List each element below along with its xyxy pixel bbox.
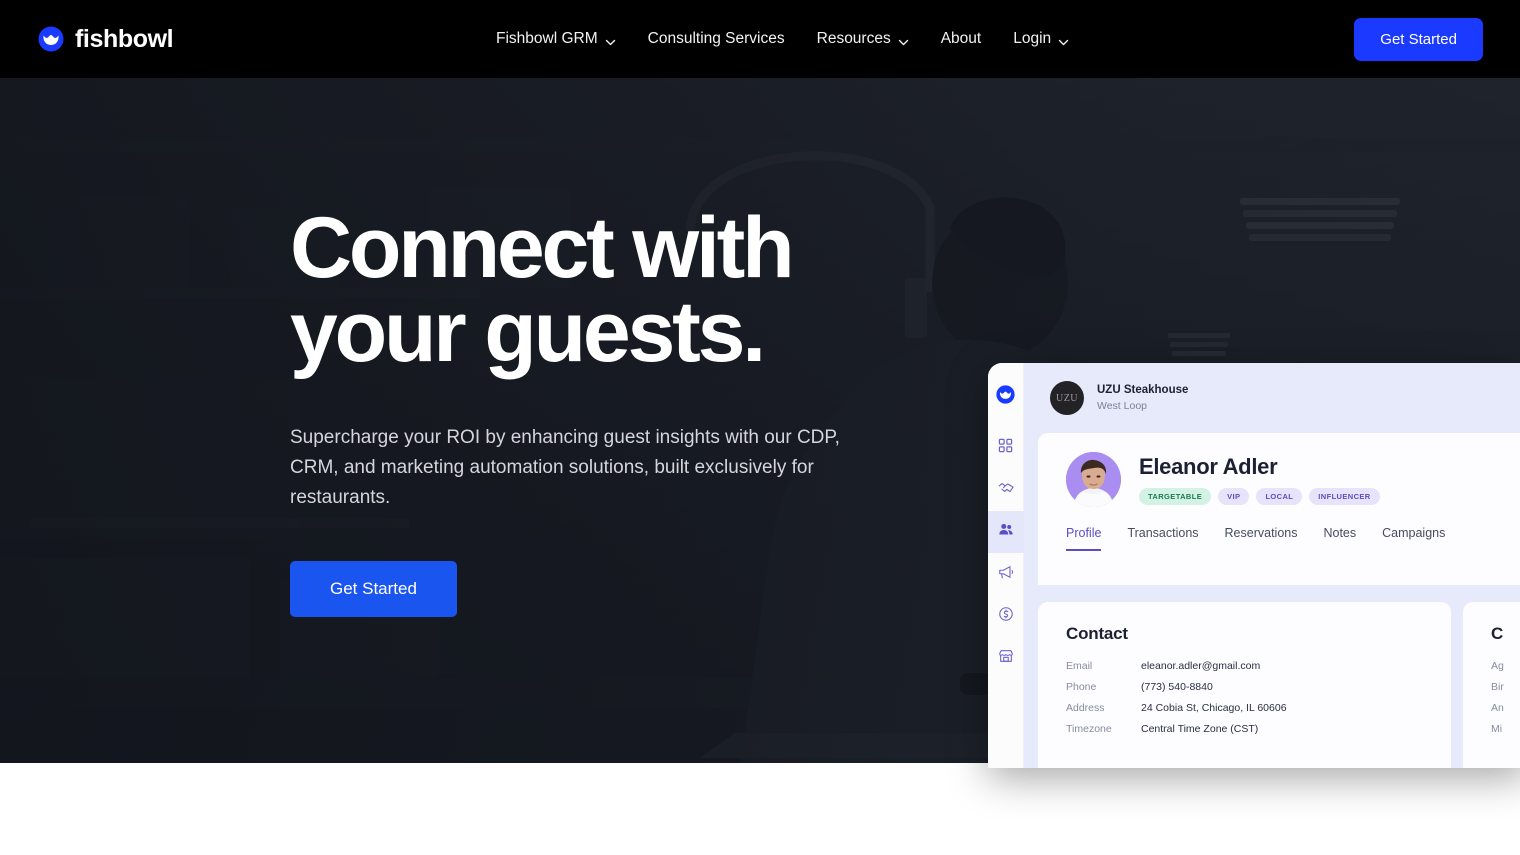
- hero-content: Connect with your guests. Supercharge yo…: [290, 200, 930, 617]
- dollar-circle-icon: [998, 606, 1014, 627]
- field-label: Phone: [1066, 681, 1097, 693]
- nav-label: Resources: [816, 30, 891, 47]
- sidebar-item-revenue[interactable]: [988, 595, 1024, 637]
- nav-item-consulting-services[interactable]: Consulting Services: [632, 22, 801, 56]
- nav-item-fishbowl-grm[interactable]: Fishbowl GRM: [480, 22, 632, 56]
- tab-transactions[interactable]: Transactions: [1127, 526, 1198, 551]
- guest-badges: TARGETABLE VIP LOCAL INFLUENCER: [1139, 488, 1380, 505]
- field-label: Timezone: [1066, 723, 1112, 735]
- fishbowl-logo-icon: [38, 26, 64, 52]
- megaphone-icon: [998, 564, 1014, 585]
- restaurant-name: UZU Steakhouse: [1097, 384, 1189, 397]
- mockup-sidebar: [988, 363, 1024, 768]
- restaurant-info: UZU Steakhouse West Loop: [1097, 383, 1188, 413]
- mockup-topbar: UZU UZU Steakhouse West Loop: [1024, 363, 1520, 433]
- restaurant-location: West Loop: [1097, 399, 1148, 412]
- contact-card-title: Contact: [1066, 624, 1128, 643]
- app-mockup: UZU UZU Steakhouse West Loop Eleanor Adl…: [988, 363, 1520, 768]
- field-label: Mi: [1491, 723, 1503, 735]
- field-label: Ag: [1491, 660, 1504, 672]
- field-value: Central Time Zone (CST): [1141, 723, 1259, 735]
- field-value: (773) 540-8840: [1141, 681, 1213, 693]
- mockup-main: UZU UZU Steakhouse West Loop Eleanor Adl…: [1024, 363, 1520, 768]
- guest-identity: Eleanor Adler TARGETABLE VIP LOCAL INFLU…: [1139, 454, 1380, 505]
- sidebar-item-partners[interactable]: [988, 469, 1024, 511]
- status-badge-influencer: INFLUENCER: [1309, 488, 1380, 505]
- status-badge-local: LOCAL: [1256, 488, 1303, 505]
- nav-label: Consulting Services: [647, 30, 785, 47]
- contact-row-timezone: Timezone Central Time Zone (CST): [1066, 723, 1451, 735]
- field-label: Email: [1066, 660, 1093, 672]
- field-label: An: [1491, 702, 1504, 714]
- nav-label: Login: [1013, 30, 1052, 47]
- sidebar-item-guests[interactable]: [988, 511, 1024, 553]
- brand-logo[interactable]: fishbowl: [38, 24, 174, 54]
- sidebar-item-locations[interactable]: [988, 637, 1024, 679]
- characteristics-row-1: Ag: [1491, 660, 1520, 672]
- guest-avatar: [1066, 452, 1121, 507]
- field-label: Address: [1066, 702, 1105, 714]
- tab-notes[interactable]: Notes: [1323, 526, 1356, 551]
- hero-get-started-button[interactable]: Get Started: [290, 560, 457, 617]
- tab-reservations[interactable]: Reservations: [1225, 526, 1298, 551]
- chevron-down-icon: [898, 35, 909, 46]
- characteristics-row-4: Mi: [1491, 723, 1520, 735]
- sidebar-item-campaigns[interactable]: [988, 553, 1024, 595]
- contact-row-phone: Phone (773) 540-8840: [1066, 681, 1451, 693]
- nav-label: Fishbowl GRM: [496, 30, 598, 47]
- brand-name: fishbowl: [75, 24, 174, 53]
- characteristics-card-title: C: [1491, 624, 1504, 643]
- guest-header: Eleanor Adler TARGETABLE VIP LOCAL INFLU…: [1038, 433, 1520, 507]
- nav-item-about[interactable]: About: [925, 22, 998, 56]
- characteristics-row-3: An: [1491, 702, 1520, 714]
- field-value: 24 Cobia St, Chicago, IL 60606: [1141, 702, 1287, 714]
- chevron-down-icon: [605, 35, 616, 46]
- profile-cards-row: Contact Email eleanor.adler@gmail.com Ph…: [1024, 585, 1520, 768]
- restaurant-avatar: UZU: [1050, 381, 1084, 415]
- field-value: eleanor.adler@gmail.com: [1141, 660, 1261, 672]
- nav-item-resources[interactable]: Resources: [801, 22, 925, 56]
- grid-icon: [998, 438, 1013, 458]
- landing-page: fishbowl Fishbowl GRM Consulting Service…: [0, 0, 1520, 855]
- main-nav: Fishbowl GRM Consulting Services Resourc…: [480, 22, 1085, 56]
- guest-name: Eleanor Adler: [1139, 454, 1278, 479]
- guest-profile-card: Eleanor Adler TARGETABLE VIP LOCAL INFLU…: [1038, 433, 1520, 585]
- status-badge-targetable: TARGETABLE: [1139, 488, 1212, 505]
- nav-item-login[interactable]: Login: [997, 22, 1085, 56]
- contact-card: Contact Email eleanor.adler@gmail.com Ph…: [1038, 602, 1451, 768]
- storefront-icon: [998, 648, 1014, 669]
- chevron-down-icon: [1058, 35, 1069, 46]
- characteristics-card: C Ag Bir An Mi: [1463, 602, 1520, 768]
- field-label: Bir: [1491, 681, 1504, 693]
- tab-profile[interactable]: Profile: [1066, 526, 1102, 551]
- hero-subtitle: Supercharge your ROI by enhancing guest …: [290, 426, 840, 508]
- tab-campaigns[interactable]: Campaigns: [1382, 526, 1445, 551]
- characteristics-row-2: Bir: [1491, 681, 1520, 693]
- status-badge-vip: VIP: [1218, 488, 1250, 505]
- site-header: fishbowl Fishbowl GRM Consulting Service…: [0, 0, 1520, 78]
- nav-label: About: [940, 30, 982, 47]
- fishbowl-logo-icon: [996, 385, 1015, 404]
- guest-tabs: Profile Transactions Reservations Notes …: [1038, 507, 1520, 551]
- contact-row-email: Email eleanor.adler@gmail.com: [1066, 660, 1451, 672]
- handshake-icon: [998, 480, 1014, 501]
- hero-title: Connect with your guests.: [290, 200, 795, 381]
- people-icon: [998, 522, 1014, 543]
- header-get-started-button[interactable]: Get Started: [1354, 17, 1483, 61]
- sidebar-item-dashboard[interactable]: [988, 427, 1024, 469]
- contact-row-address: Address 24 Cobia St, Chicago, IL 60606: [1066, 702, 1451, 714]
